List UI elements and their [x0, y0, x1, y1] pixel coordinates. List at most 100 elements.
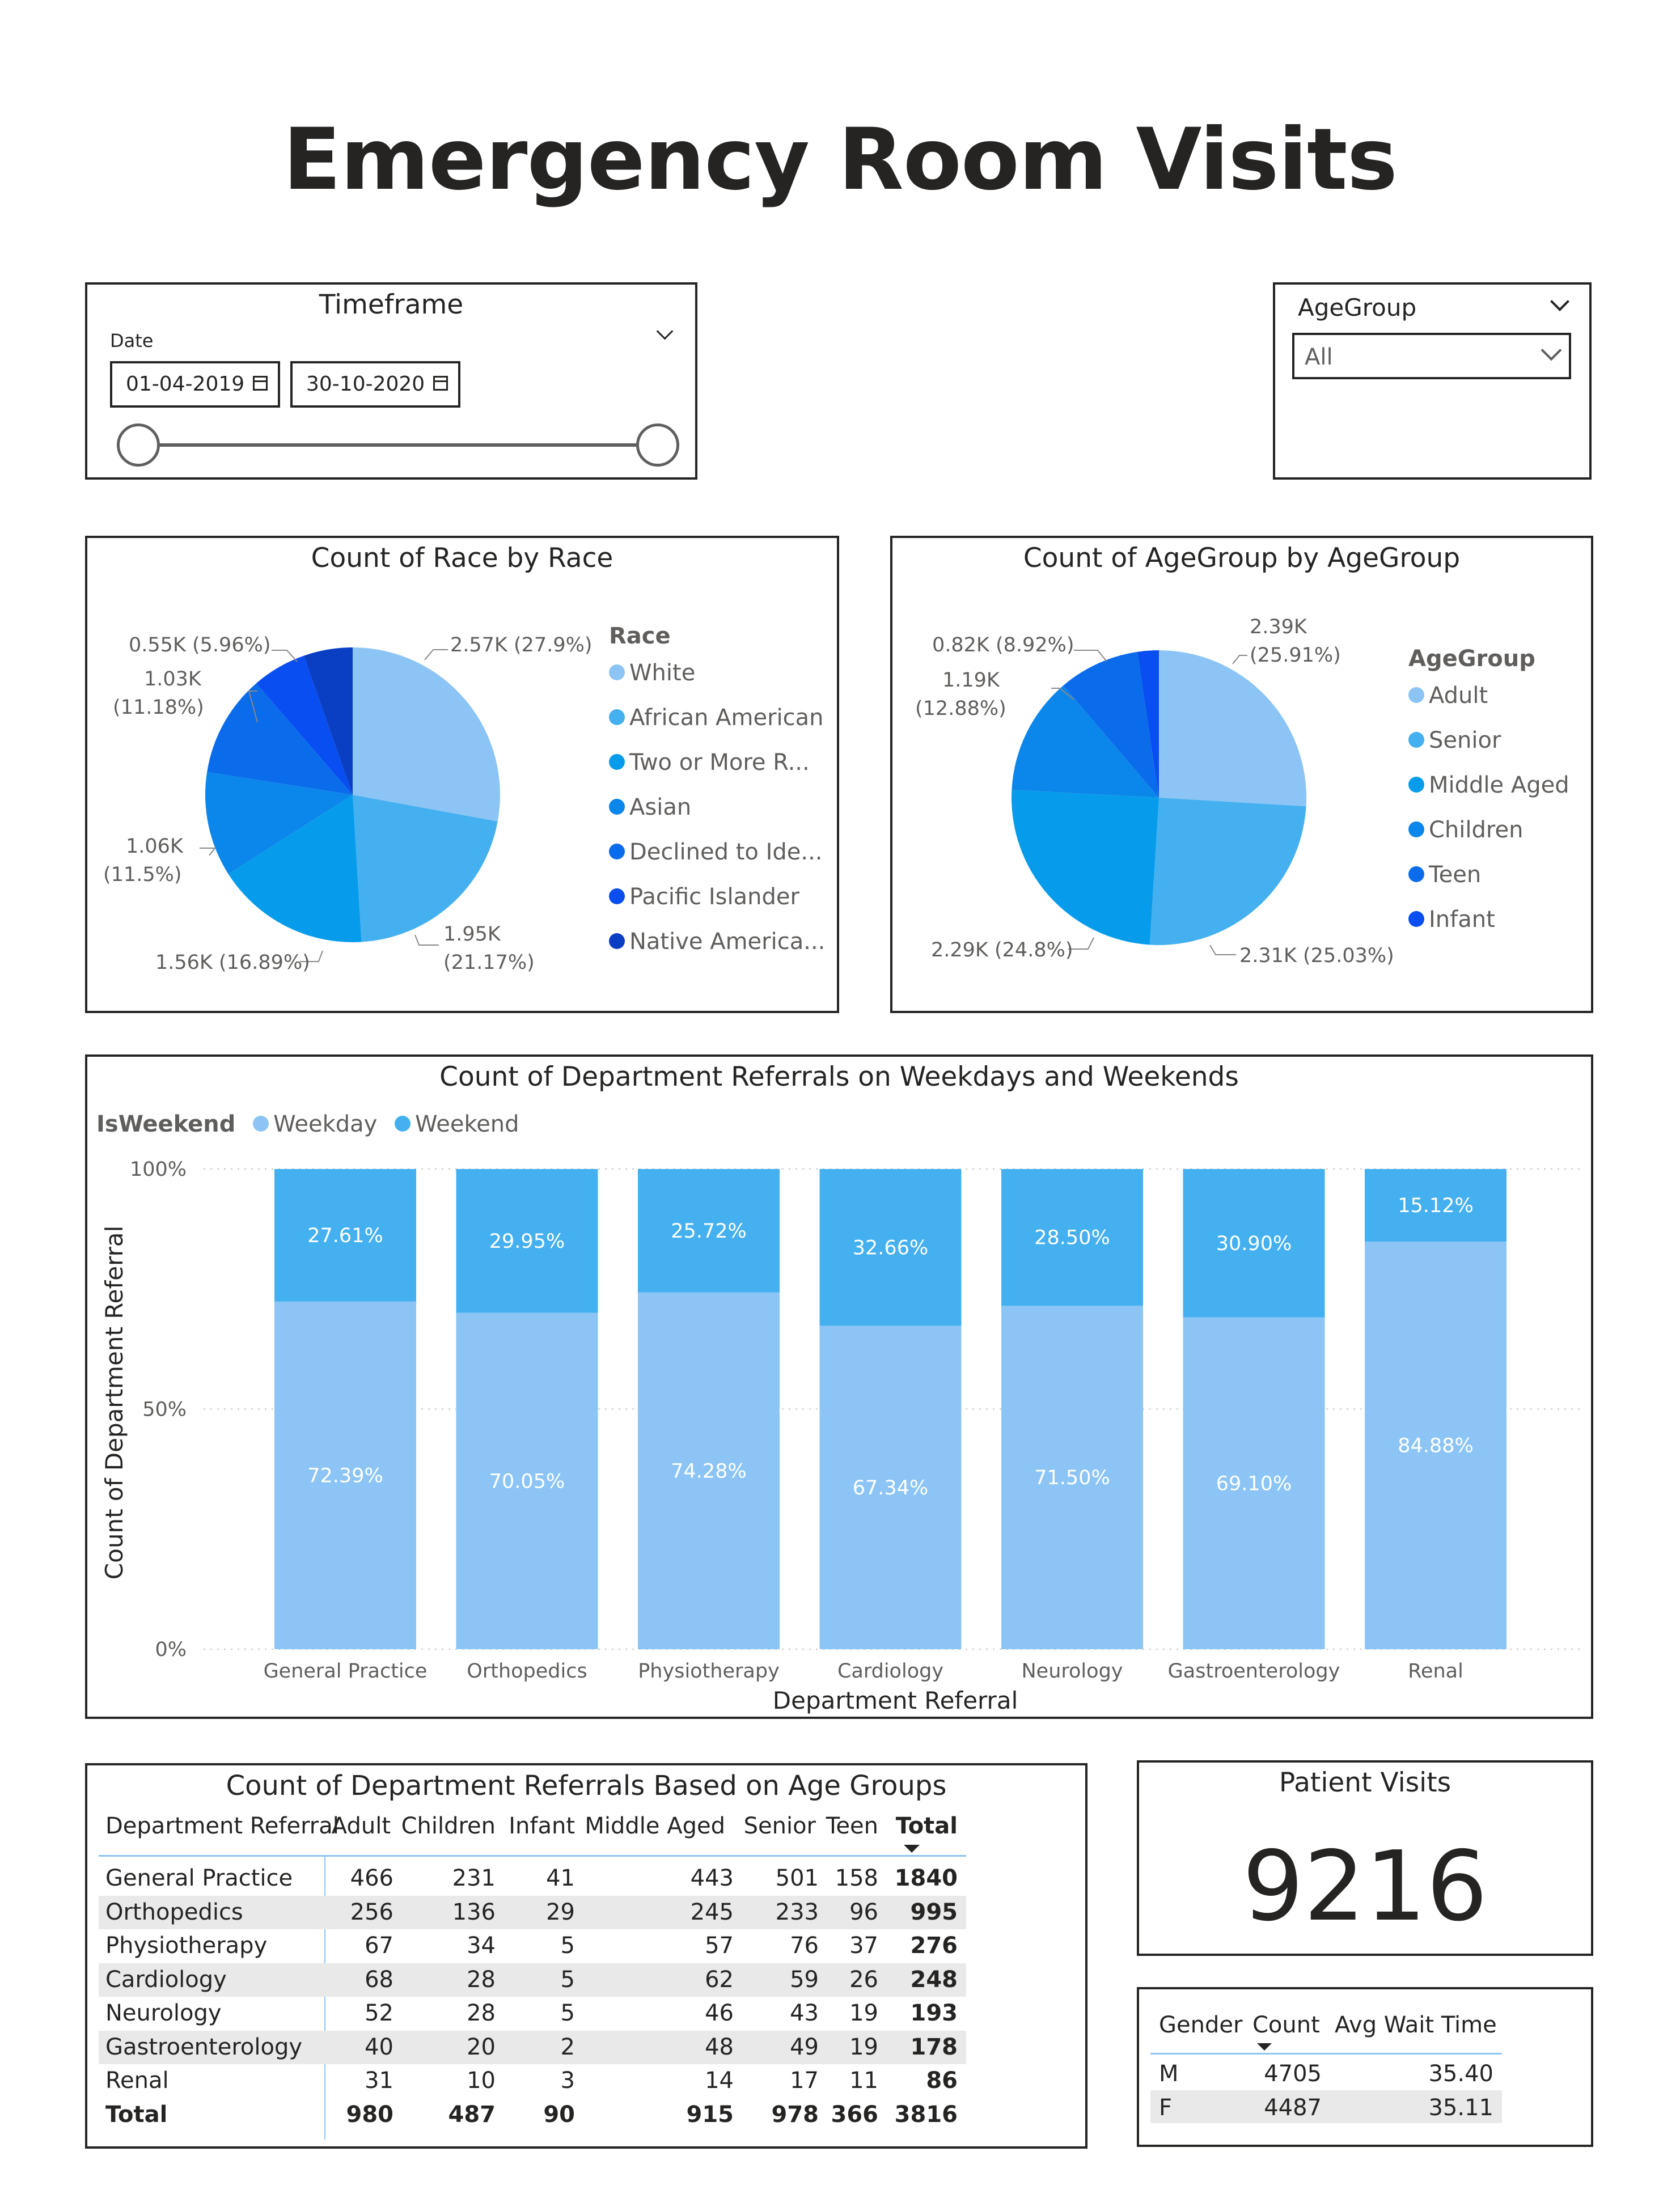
pie-data-label: 2.39K — [1250, 616, 1307, 638]
calendar-icon[interactable] — [433, 376, 448, 391]
date-range-track[interactable] — [138, 443, 649, 447]
end-date-input[interactable]: 30-10-2020 — [290, 361, 460, 408]
sort-desc-icon[interactable] — [904, 1845, 920, 1853]
pie-data-label: 1.06K — [126, 835, 184, 858]
matrix-cell: 136 — [452, 1899, 496, 1925]
pie-data-label: 2.57K (27.9%) — [450, 634, 593, 656]
matrix-row-label[interactable]: Neurology — [105, 2000, 222, 2026]
leader-line — [1232, 655, 1247, 664]
pie-slice-white[interactable] — [353, 647, 500, 821]
race-legend-item[interactable]: Native America... — [609, 929, 825, 955]
gender-table: Gender Count Avg Wait Time M 4705 35.40 F 4487 3… — [1139, 1989, 1591, 2145]
matrix-cell: 466 — [350, 1865, 393, 1891]
matrix-cell: 3 — [560, 2068, 575, 2094]
matrix-header-children: Children — [401, 1813, 496, 1839]
pie-data-label: (11.18%) — [113, 696, 204, 719]
start-date-input[interactable]: 01-04-2019 — [110, 361, 280, 408]
leader-line — [1209, 944, 1236, 955]
legend-swatch-icon — [1408, 911, 1424, 927]
race-legend-item[interactable]: Declined to Ide... — [609, 839, 823, 865]
matrix-total-cell: 978 — [771, 2101, 819, 2128]
matrix-total-cell: 90 — [543, 2101, 575, 2128]
legend-label: White — [629, 660, 696, 686]
matrix-row-label[interactable]: Physiotherapy — [105, 1933, 267, 1959]
matrix-cell: 17 — [790, 2068, 819, 2094]
matrix-cell: 19 — [849, 2034, 878, 2060]
bar-data-label-weekend: 28.50% — [1034, 1227, 1110, 1249]
matrix-total-cell: 915 — [686, 2101, 734, 2128]
matrix-cell: 46 — [705, 2000, 734, 2026]
pie-data-label: 2.29K (24.8%) — [931, 939, 1073, 962]
pie-data-label: 1.03K — [144, 668, 202, 691]
agegroup-dropdown[interactable]: All — [1292, 333, 1571, 379]
pie-slice-middle-aged[interactable] — [1012, 790, 1159, 945]
matrix-cell: 37 — [849, 1933, 878, 1959]
race-pie-panel: Count of Race by Race 2.57K (27.9%) 1.95K… — [85, 536, 839, 1013]
matrix-cell: 57 — [705, 1933, 734, 1959]
bar-data-label-weekend: 29.95% — [489, 1230, 565, 1253]
legend-label: Children — [1429, 817, 1524, 843]
gender-cell[interactable]: F — [1159, 2095, 1172, 2121]
race-legend-item[interactable]: Two or More R... — [609, 749, 810, 776]
date-field-label: Date — [110, 330, 154, 351]
matrix-row-label[interactable]: Gastroenterology — [105, 2034, 302, 2060]
matrix-cell: 28 — [467, 2000, 496, 2026]
agegroup-legend-item[interactable]: Teen — [1408, 862, 1481, 888]
matrix-row-label[interactable]: Cardiology — [105, 1967, 227, 1993]
pie-slice-senior[interactable] — [1149, 798, 1306, 945]
chevron-down-icon[interactable] — [1550, 292, 1569, 311]
gender-table-header-count[interactable]: Count — [1252, 2012, 1320, 2038]
matrix-cell: 52 — [365, 2000, 393, 2026]
legend-swatch-icon — [609, 844, 625, 859]
matrix-cell: 501 — [775, 1865, 819, 1891]
race-legend-item[interactable]: Pacific Islander — [609, 884, 799, 910]
matrix-cell: 5 — [560, 2000, 575, 2026]
calendar-icon[interactable] — [253, 376, 268, 391]
pie-slice-adult[interactable] — [1159, 650, 1306, 807]
chevron-down-icon[interactable] — [656, 323, 674, 340]
matrix-cell: 76 — [790, 1933, 819, 1959]
legend-label: Adult — [1429, 683, 1488, 709]
agegroup-slicer: AgeGroup All — [1273, 282, 1592, 480]
bar-data-label-weekday: 71.50% — [1034, 1467, 1110, 1489]
matrix-cell: 276 — [910, 1933, 958, 1959]
matrix-cell: 96 — [849, 1899, 878, 1925]
gender-cell[interactable]: M — [1159, 2061, 1179, 2087]
agegroup-legend-item[interactable]: Infant — [1408, 907, 1495, 933]
range-start-handle[interactable] — [117, 423, 160, 467]
matrix-total-cell: 3816 — [894, 2101, 958, 2128]
matrix-cell: 28 — [467, 1966, 496, 1993]
bar-data-label-weekday: 70.05% — [489, 1470, 565, 1493]
pie-data-label: (11.5%) — [103, 863, 182, 886]
agegroup-selected-value: All — [1305, 344, 1333, 370]
matrix-cell: 14 — [705, 2068, 734, 2094]
matrix-cell: 2 — [560, 2034, 575, 2060]
agegroup-pie-panel: Count of AgeGroup by AgeGroup 2.39K (25.9… — [890, 536, 1593, 1013]
pie-data-label: (21.17%) — [443, 951, 535, 974]
matrix-total-label: Total — [105, 2101, 168, 2128]
matrix-row-label[interactable]: General Practice — [105, 1865, 293, 1891]
x-tick-label: Orthopedics — [467, 1660, 587, 1683]
sort-desc-icon[interactable] — [1257, 2043, 1272, 2051]
matrix-row-label[interactable]: Renal — [105, 2068, 169, 2094]
legend-label: African American — [629, 705, 824, 731]
matrix-header-total[interactable]: Total — [896, 1813, 958, 1839]
start-date-value: 01-04-2019 — [126, 372, 245, 396]
agegroup-legend-item[interactable]: Senior — [1408, 727, 1501, 753]
gender-table-header-avg-wait-time: Avg Wait Time — [1335, 2012, 1497, 2038]
matrix-cell: 68 — [365, 1966, 393, 1993]
matrix-total-cell: 487 — [448, 2101, 496, 2128]
x-tick-label: Renal — [1408, 1660, 1463, 1683]
agegroup-legend-item[interactable]: Middle Aged — [1408, 772, 1569, 798]
matrix-cell: 19 — [849, 2000, 878, 2026]
race-legend-item[interactable]: Asian — [609, 794, 691, 820]
race-legend-item[interactable]: White — [609, 660, 695, 686]
agegroup-legend-item[interactable]: Children — [1408, 817, 1523, 843]
matrix-cell: 29 — [546, 1899, 575, 1925]
range-end-handle[interactable] — [636, 423, 679, 467]
matrix-row-label[interactable]: Orthopedics — [105, 1899, 243, 1925]
race-legend-item[interactable]: African American — [609, 705, 824, 731]
x-axis-title: Department Referral — [773, 1687, 1018, 1714]
agegroup-legend-item[interactable]: Adult — [1408, 683, 1488, 709]
matrix-cell: 5 — [560, 1933, 575, 1959]
